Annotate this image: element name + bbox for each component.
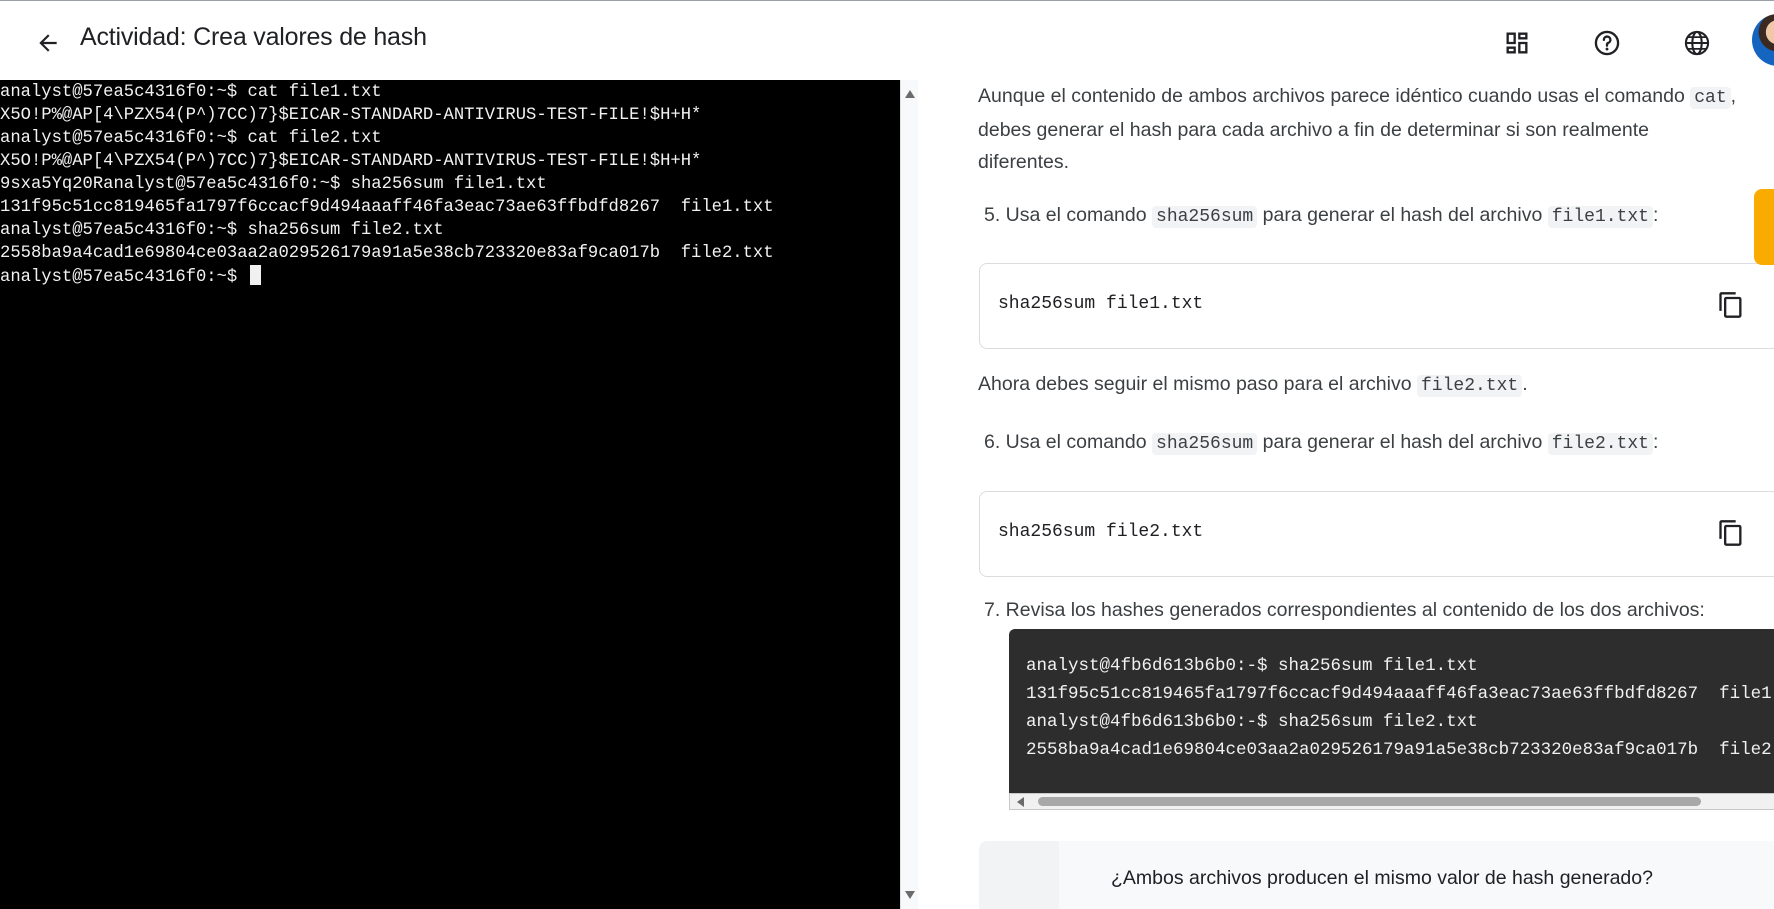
help-icon <box>1594 30 1620 56</box>
inline-code: file2.txt <box>1416 375 1523 397</box>
scroll-down-icon[interactable] <box>905 891 915 899</box>
intro-text: , <box>1730 85 1737 107</box>
output-horizontal-scrollbar[interactable] <box>1009 793 1774 810</box>
app-header: Actividad: Crea valores de hash <box>0 0 1774 80</box>
terminal-line: analyst@57ea5c4316f0:~$ sha256sum file2.… <box>0 221 444 240</box>
copy-button[interactable] <box>1714 288 1748 322</box>
instructions-panel: Aunque el contenido de ambos archivos pa… <box>918 80 1774 909</box>
step-text: para generar el hash del archivo <box>1257 204 1548 226</box>
step-text: para generar el hash del archivo <box>1257 431 1548 453</box>
avatar[interactable] <box>1752 14 1774 66</box>
code-block-2: sha256sum file2.txt <box>979 491 1774 577</box>
terminal-cursor <box>249 265 261 285</box>
question-text: ¿Ambos archivos producen el mismo valor … <box>1111 867 1653 889</box>
inline-code: file2.txt <box>1547 433 1653 455</box>
terminal-line: analyst@57ea5c4316f0:~$ cat file1.txt <box>0 83 382 102</box>
code-block-1: sha256sum file1.txt <box>979 263 1774 349</box>
step-text: : <box>1652 431 1659 453</box>
copy-icon <box>1719 520 1742 546</box>
step-text: : <box>1652 204 1659 226</box>
back-button[interactable] <box>30 25 66 61</box>
code-text: sha256sum file2.txt <box>998 522 1204 542</box>
scrollbar-thumb[interactable] <box>1038 797 1701 806</box>
globe-icon <box>1684 30 1710 56</box>
terminal-prompt: analyst@57ea5c4316f0:~$ <box>0 268 248 287</box>
paragraph-text: Ahora debes seguir el mismo paso para el… <box>978 373 1417 395</box>
between-paragraph: Ahora debes seguir el mismo paso para el… <box>978 368 1774 402</box>
step-7: 7. Revisa los hashes generados correspon… <box>984 599 1705 621</box>
dashboard-button[interactable] <box>1497 23 1537 63</box>
intro-text: debes generar el hash para cada archivo … <box>978 119 1649 141</box>
intro-paragraph: Aunque el contenido de ambos archivos pa… <box>978 80 1774 178</box>
copy-button[interactable] <box>1714 516 1748 550</box>
output-line: 131f95c51cc819465fa1797f6ccacf9d494aaaff… <box>1026 684 1774 704</box>
question-card-bar <box>979 841 1059 909</box>
step-text: 6. Usa el comando <box>984 431 1153 453</box>
copy-icon <box>1719 292 1742 318</box>
terminal-panel[interactable]: analyst@57ea5c4316f0:~$ cat file1.txt X5… <box>0 80 900 909</box>
scroll-up-icon[interactable] <box>905 90 915 98</box>
dashboard-icon <box>1506 32 1528 54</box>
terminal-line: X5O!P%@AP[4\PZX54(P^)7CC)7}$EICAR-STANDA… <box>0 106 702 125</box>
output-code-block: analyst@4fb6d613b6b0:-$ sha256sum file1.… <box>1009 629 1774 793</box>
scroll-left-icon[interactable] <box>1017 797 1024 807</box>
output-line: analyst@4fb6d613b6b0:-$ sha256sum file2.… <box>1026 712 1478 732</box>
help-button[interactable] <box>1587 23 1627 63</box>
terminal-line: 9sxa5Yq20Ranalyst@57ea5c4316f0:~$ sha256… <box>0 175 547 194</box>
terminal-prompt-line: analyst@57ea5c4316f0:~$ <box>0 265 900 288</box>
step-6: 6. Usa el comando sha256sum para generar… <box>984 426 1774 460</box>
inline-code: file1.txt <box>1547 206 1653 228</box>
step-text: 5. Usa el comando <box>984 204 1153 226</box>
question-card: ¿Ambos archivos producen el mismo valor … <box>979 841 1774 909</box>
page-title: Actividad: Crea valores de hash <box>80 23 427 51</box>
step-5: 5. Usa el comando sha256sum para generar… <box>984 199 1774 233</box>
intro-text: diferentes. <box>978 151 1070 173</box>
language-button[interactable] <box>1677 23 1717 63</box>
output-line: analyst@4fb6d613b6b0:-$ sha256sum file1.… <box>1026 656 1478 676</box>
arrow-back-icon <box>39 34 57 52</box>
terminal-line: 2558ba9a4cad1e69804ce03aa2a029526179a91a… <box>0 244 774 263</box>
inline-code: sha256sum <box>1152 433 1258 455</box>
code-text: sha256sum file1.txt <box>998 294 1204 314</box>
terminal-line: analyst@57ea5c4316f0:~$ cat file2.txt <box>0 129 382 148</box>
terminal-line: X5O!P%@AP[4\PZX54(P^)7CC)7}$EICAR-STANDA… <box>0 152 702 171</box>
terminal-line: 131f95c51cc819465fa1797f6ccacf9d494aaaff… <box>0 198 774 217</box>
output-line: 2558ba9a4cad1e69804ce03aa2a029526179a91a… <box>1026 740 1774 760</box>
intro-text: Aunque el contenido de ambos archivos pa… <box>978 85 1691 107</box>
panel-scrollbar[interactable] <box>900 80 919 909</box>
inline-code: sha256sum <box>1152 206 1258 228</box>
side-tab[interactable] <box>1754 189 1774 265</box>
paragraph-text: . <box>1522 373 1528 395</box>
inline-code: cat <box>1690 87 1731 109</box>
